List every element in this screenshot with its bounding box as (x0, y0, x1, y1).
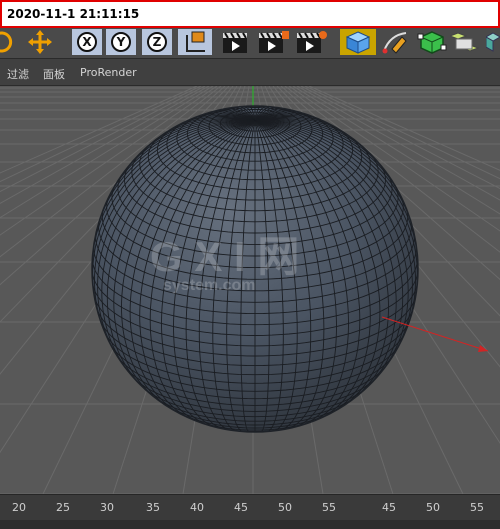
timestamp-banner: 2020-11-1 21:11:15 (0, 0, 500, 28)
render-view-icon (223, 32, 247, 53)
menu-prorender[interactable]: ProRender (80, 66, 137, 79)
array-icon (450, 32, 480, 52)
pen-spline-icon (382, 32, 407, 54)
watermark-url: system.com (163, 277, 256, 294)
menu-filter[interactable]: 过滤 (7, 66, 29, 82)
perspective-viewport[interactable]: G X I 网 system.com (0, 86, 500, 494)
timeline-tick-label: 55 (470, 501, 484, 514)
main-toolbar: X Y Z (0, 28, 500, 59)
render-picture-viewer-button[interactable] (256, 29, 290, 55)
render-settings-button[interactable] (294, 29, 328, 55)
rotate-icon[interactable] (0, 29, 14, 55)
z-axis-label: Z (147, 32, 167, 52)
render-view-button[interactable] (220, 29, 250, 55)
x-axis-label: X (77, 32, 97, 52)
y-axis-lock-button[interactable]: Y (106, 29, 136, 55)
pen-spline-button[interactable] (380, 29, 412, 55)
animation-timeline[interactable]: 20 25 30 35 40 45 50 55 45 50 55 (0, 494, 500, 529)
timeline-tick-label: 45 (234, 501, 248, 514)
menu-panel[interactable]: 面板 (43, 66, 65, 82)
timeline-tick-label: 50 (426, 501, 440, 514)
timeline-tick-label: 40 (190, 501, 204, 514)
timeline-tick-label: 55 (322, 501, 336, 514)
coordinate-system-icon (186, 31, 205, 52)
z-axis-lock-button[interactable]: Z (142, 29, 172, 55)
subdivision-button[interactable] (414, 29, 450, 55)
coordinate-system-button[interactable] (178, 29, 212, 55)
timeline-tick-label: 50 (278, 501, 292, 514)
more-icon[interactable] (486, 29, 500, 55)
render-settings-icon (297, 31, 327, 53)
viewport-menubar: 过滤 面板 ProRender (0, 59, 500, 86)
timeline-tick-label: 30 (100, 501, 114, 514)
subdivision-icon (417, 31, 447, 54)
timeline-tick-label: 20 (12, 501, 26, 514)
x-axis-lock-button[interactable]: X (72, 29, 102, 55)
y-axis-label: Y (111, 32, 131, 52)
viewport-canvas: G X I 网 system.com (0, 86, 500, 494)
array-button[interactable] (450, 29, 482, 55)
render-picture-viewer-icon (259, 31, 289, 53)
cube-primitive-icon (345, 31, 371, 54)
timestamp-text: 2020-11-1 21:11:15 (7, 7, 140, 21)
timeline-tick-label: 35 (146, 501, 160, 514)
watermark-logo: G X I 网 (150, 233, 299, 280)
timeline-tick-label: 25 (56, 501, 70, 514)
timeline-tick-label: 45 (382, 501, 396, 514)
cube-primitive-button[interactable] (340, 29, 376, 55)
move-icon[interactable] (26, 29, 54, 55)
